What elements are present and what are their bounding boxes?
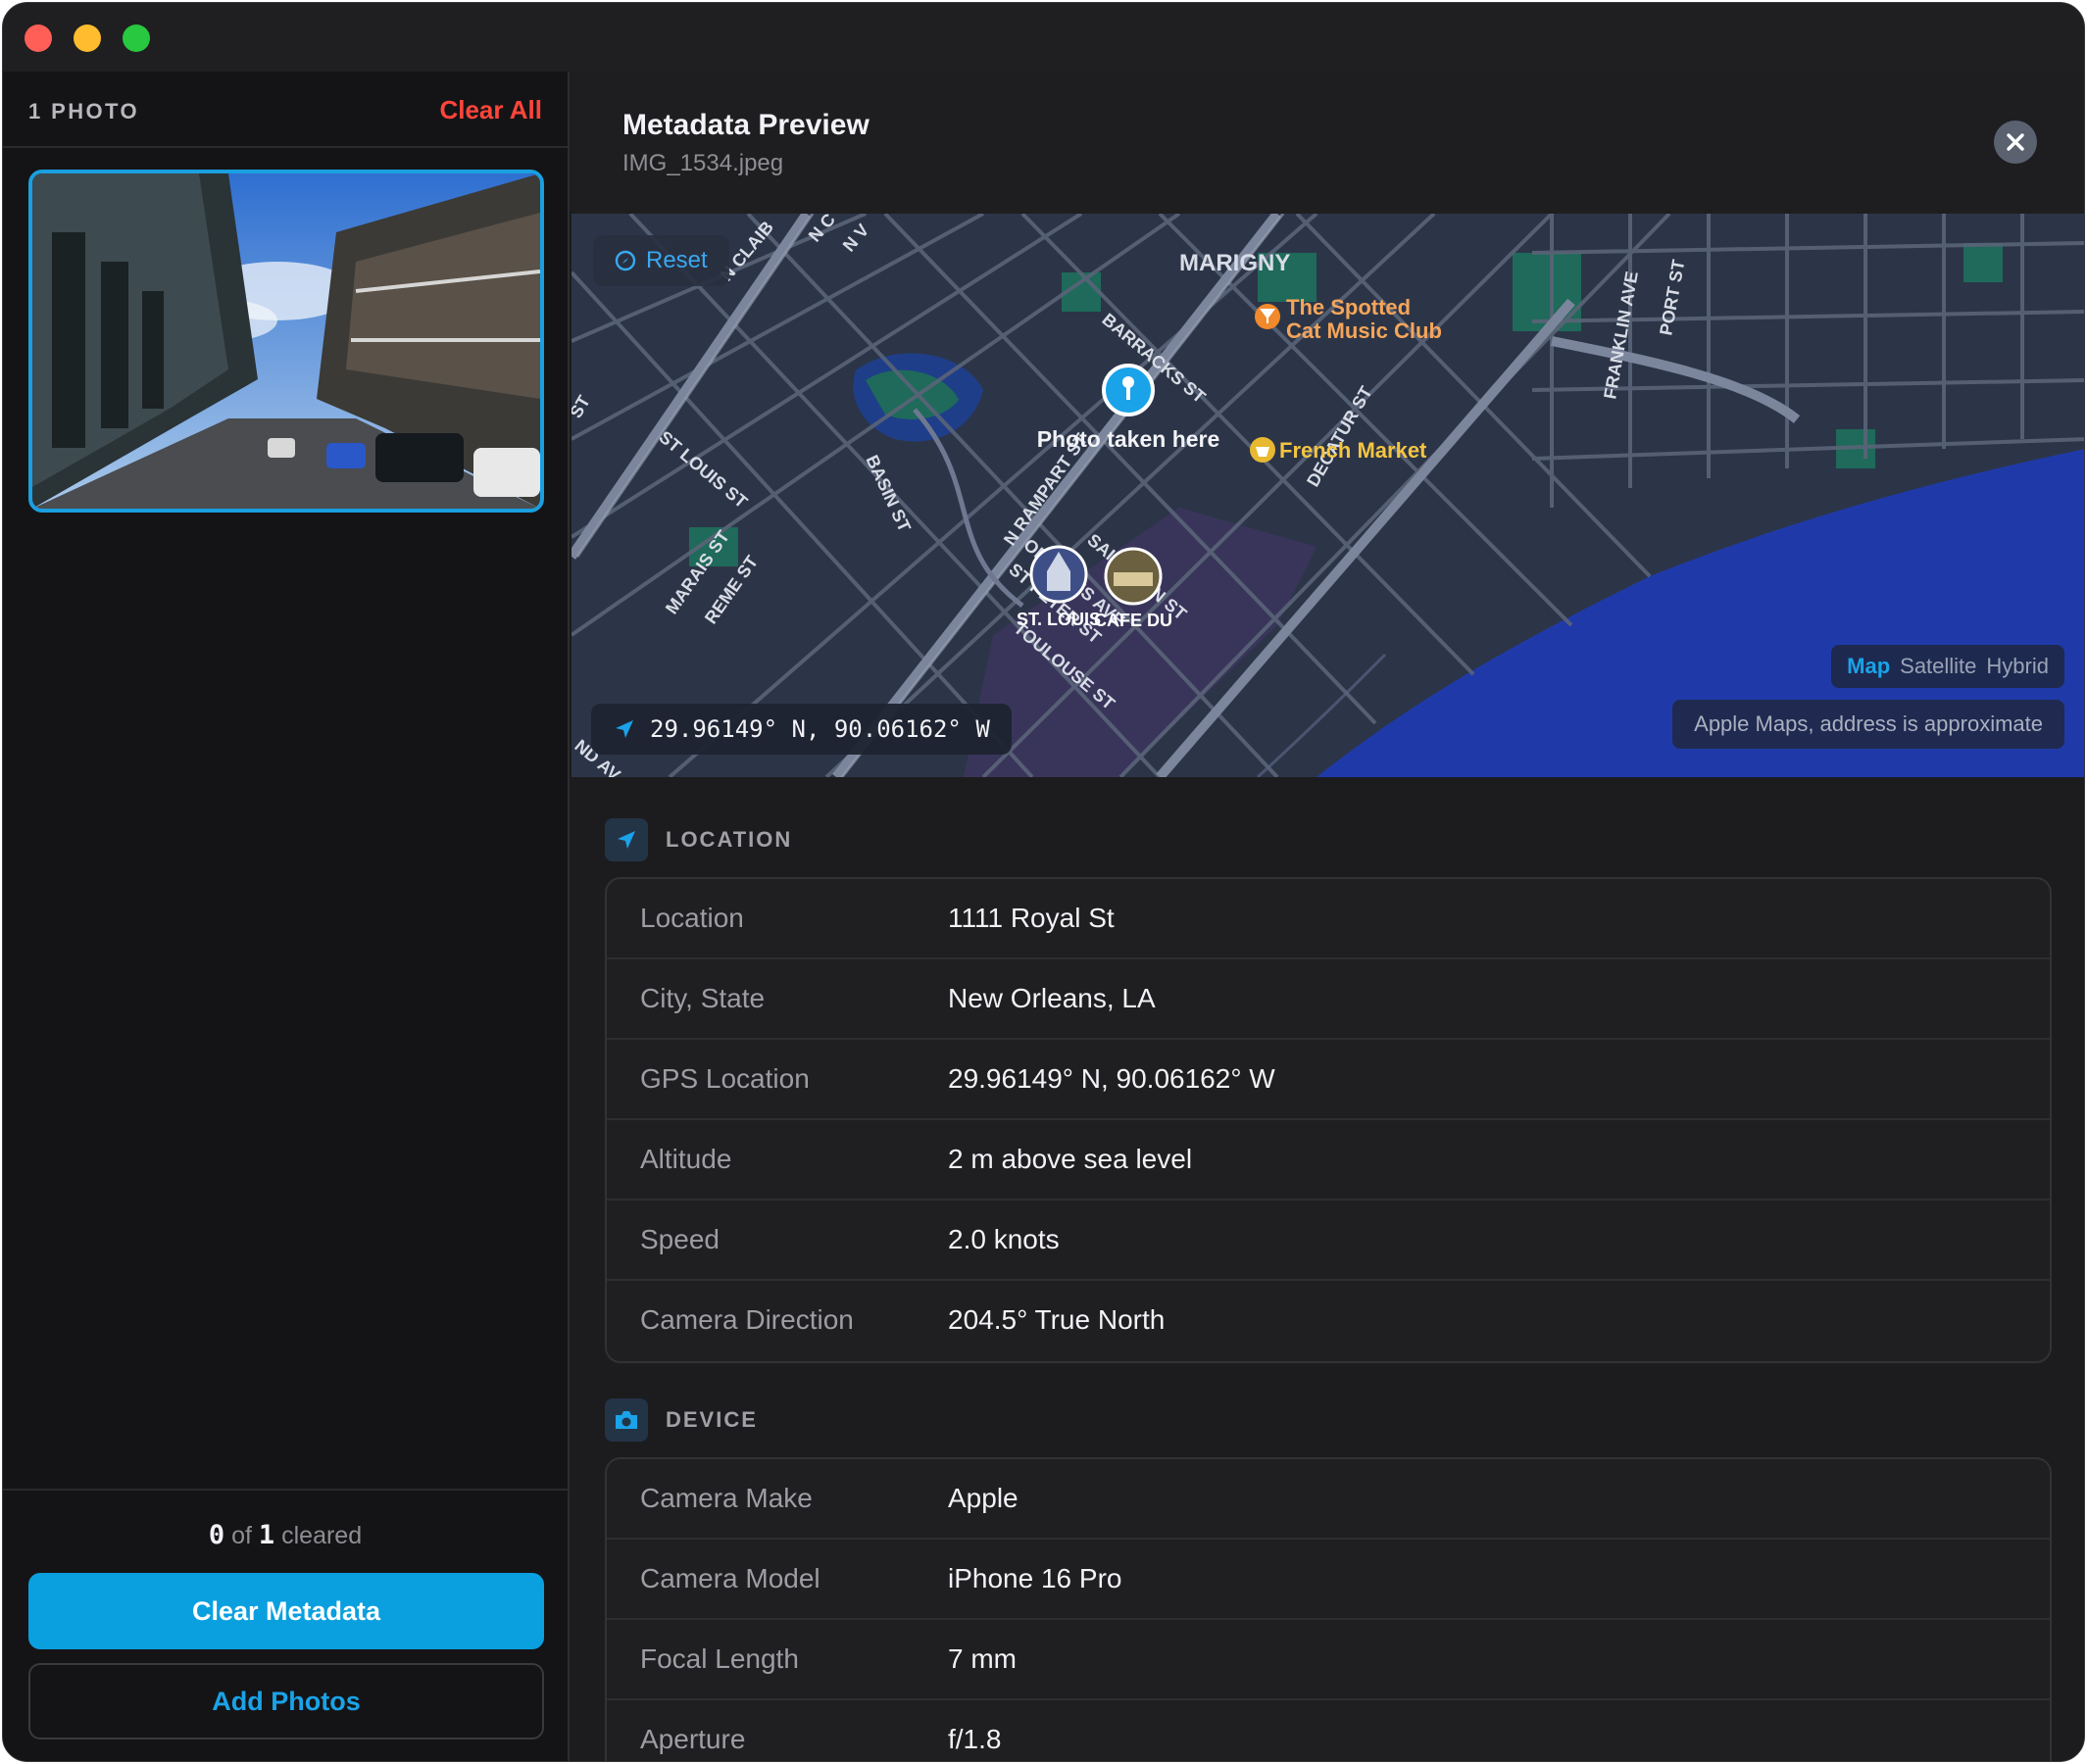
row-value: 29.96149° N, 90.06162° W (948, 1063, 1275, 1094)
row-value: 2 m above sea level (948, 1144, 1193, 1174)
row-key: GPS Location (640, 1063, 810, 1094)
row-key: Speed (640, 1224, 720, 1254)
street-photo-image (32, 173, 540, 509)
cleared-total: 1 (258, 1520, 275, 1550)
photo-thumbnail[interactable] (28, 170, 544, 513)
map-view[interactable]: BARRACKS ST ST LOUIS ST BASIN ST N RAMPA… (571, 214, 2084, 777)
poi-label: CAFE DU (1094, 611, 1172, 630)
row-value: f/1.8 (948, 1724, 1002, 1754)
device-card: Camera Make Apple Camera Model iPhone 16… (605, 1457, 2052, 1761)
location-section-icon-box (605, 818, 648, 861)
clear-metadata-button[interactable]: Clear Metadata (28, 1573, 544, 1649)
row-key: Camera Make (640, 1483, 813, 1513)
row-key: Focal Length (640, 1643, 799, 1674)
close-icon (2007, 133, 2024, 151)
table-row: Camera Make Apple (607, 1459, 2050, 1540)
row-value: iPhone 16 Pro (948, 1563, 1122, 1593)
file-name: IMG_1534.jpeg (622, 150, 784, 176)
device-section-header: DEVICE (605, 1398, 758, 1442)
map-type-hybrid[interactable]: Hybrid (1986, 654, 2049, 679)
main-panel: Metadata Preview IMG_1534.jpeg BARRACKS … (571, 72, 2084, 1761)
sidebar-footer: 0 of 1 cleared Clear Metadata Add Photos (3, 1489, 568, 1761)
title-bar (3, 3, 2084, 72)
table-row: Focal Length 7 mm (607, 1620, 2050, 1700)
location-section-header: LOCATION (605, 818, 792, 861)
cleared-of: of (231, 1522, 252, 1549)
device-section-label: DEVICE (666, 1407, 758, 1432)
device-section-icon-box (605, 1398, 648, 1442)
coordinates-text: 29.96149° N, 90.06162° W (650, 715, 990, 743)
photo-count: 1 PHOTO (28, 99, 139, 123)
poi-label: ST. LOUIS (1017, 610, 1101, 629)
add-photos-button[interactable]: Add Photos (28, 1663, 544, 1740)
cleared-count: 0 (208, 1520, 225, 1550)
table-row: City, State New Orleans, LA (607, 959, 2050, 1040)
reset-label: Reset (646, 247, 708, 273)
close-window-button[interactable] (25, 24, 52, 52)
sidebar: 1 PHOTO Clear All 0 of 1 cleared Clear M… (3, 72, 570, 1761)
compass-icon (615, 250, 636, 271)
neighborhood-label: MARIGNY (1179, 250, 1290, 276)
cleared-status: 0 of 1 cleared (3, 1520, 568, 1550)
camera-icon (616, 1411, 637, 1429)
map-type-map[interactable]: Map (1847, 654, 1890, 679)
location-arrow-icon (616, 720, 633, 738)
map-canvas: BARRACKS ST ST LOUIS ST BASIN ST N RAMPA… (571, 214, 2084, 777)
row-key: Altitude (640, 1144, 732, 1174)
row-value: 204.5° True North (948, 1304, 1166, 1335)
row-key: Location (640, 903, 744, 933)
map-type-selector: Map Satellite Hybrid (1831, 645, 2064, 688)
row-value: Apple (948, 1483, 1019, 1513)
row-key: Camera Model (640, 1563, 820, 1593)
row-value: 1111 Royal St (948, 903, 1115, 933)
row-value: 2.0 knots (948, 1224, 1060, 1254)
table-row: Camera Direction 204.5° True North (607, 1281, 2050, 1361)
poi-label: French Market (1279, 438, 1427, 463)
table-row: Location 1111 Royal St (607, 879, 2050, 959)
row-value: 7 mm (948, 1643, 1017, 1674)
close-preview-button[interactable] (1994, 121, 2037, 164)
poi-label: The Spotted (1286, 295, 1411, 319)
row-key: Aperture (640, 1724, 746, 1754)
map-attribution[interactable]: Apple Maps, address is approximate (1672, 700, 2064, 749)
minimize-window-button[interactable] (74, 24, 101, 52)
location-section-label: LOCATION (666, 827, 793, 852)
table-row: Altitude 2 m above sea level (607, 1120, 2050, 1200)
clear-all-button[interactable]: Clear All (439, 95, 542, 125)
app-window: 1 PHOTO Clear All 0 of 1 cleared Clear M… (2, 2, 2085, 1762)
table-row: Camera Model iPhone 16 Pro (607, 1540, 2050, 1620)
map-reset-button[interactable]: Reset (593, 235, 729, 286)
preview-header: Metadata Preview IMG_1534.jpeg (571, 72, 2084, 214)
table-row: Speed 2.0 knots (607, 1200, 2050, 1281)
row-key: City, State (640, 983, 766, 1013)
pin-label: Photo taken here (1037, 426, 1220, 452)
coordinates-readout: 29.96149° N, 90.06162° W (591, 704, 1012, 755)
row-key: Camera Direction (640, 1304, 854, 1335)
page-title: Metadata Preview (622, 109, 870, 141)
zoom-window-button[interactable] (123, 24, 150, 52)
poi-label: Cat Music Club (1286, 318, 1442, 343)
map-type-satellite[interactable]: Satellite (1900, 654, 1976, 679)
table-row: GPS Location 29.96149° N, 90.06162° W (607, 1040, 2050, 1120)
cleared-word: cleared (281, 1522, 363, 1549)
location-arrow-icon (618, 831, 635, 849)
sidebar-header: 1 PHOTO Clear All (3, 72, 568, 148)
location-card: Location 1111 Royal St City, State New O… (605, 877, 2052, 1363)
row-value: New Orleans, LA (948, 983, 1156, 1013)
table-row: Aperture f/1.8 (607, 1700, 2050, 1761)
